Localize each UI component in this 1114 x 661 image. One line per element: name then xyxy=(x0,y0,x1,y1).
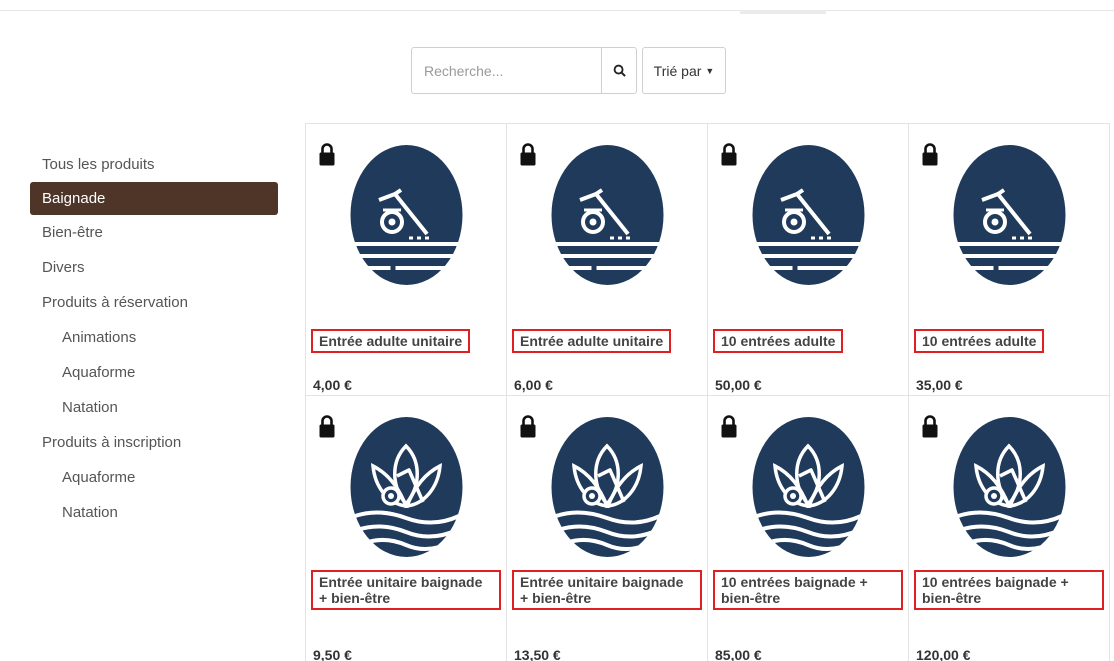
lotus-swimmer-icon xyxy=(751,416,866,558)
swimmer-icon xyxy=(751,144,866,286)
category-sidebar: Tous les produits Baignade Bien-être Div… xyxy=(30,147,278,530)
lock-icon xyxy=(319,142,335,166)
product-card[interactable]: Entrée unitaire baignade + bien-être 9,5… xyxy=(306,396,507,661)
search-icon xyxy=(613,64,626,77)
product-title[interactable]: Entrée adulte unitaire xyxy=(512,329,672,353)
product-price: 9,50 € xyxy=(313,647,352,661)
product-title[interactable]: 10 entrées adulte xyxy=(713,329,844,353)
product-title[interactable]: Entrée unitaire baignade + bien-être xyxy=(512,570,702,610)
lock-icon xyxy=(319,414,335,438)
product-card[interactable]: Entrée adulte unitaire 6,00 € xyxy=(507,124,708,396)
sort-label: Trié par xyxy=(653,62,702,79)
category-item-bien-etre[interactable]: Bien-être xyxy=(30,215,278,250)
lotus-swimmer-icon xyxy=(550,416,665,558)
product-title[interactable]: 10 entrées baignade + bien-être xyxy=(914,570,1104,610)
lotus-swimmer-icon xyxy=(952,416,1067,558)
product-price: 35,00 € xyxy=(916,377,963,393)
product-price: 13,50 € xyxy=(514,647,561,661)
product-card[interactable]: 10 entrées adulte 35,00 € xyxy=(909,124,1110,396)
product-title[interactable]: Entrée adulte unitaire xyxy=(311,329,471,353)
sort-dropdown[interactable]: Trié par ▼ xyxy=(642,47,726,94)
swimmer-icon xyxy=(349,144,464,286)
search-bar: Trié par ▼ xyxy=(411,47,726,94)
search-button[interactable] xyxy=(601,47,637,94)
caret-down-icon: ▼ xyxy=(705,65,715,76)
lotus-swimmer-icon xyxy=(349,416,464,558)
product-price: 6,00 € xyxy=(514,377,553,393)
category-item-animations[interactable]: Animations xyxy=(30,320,278,355)
category-item-baignade[interactable]: Baignade xyxy=(30,182,278,215)
category-item-produits-reservation[interactable]: Produits à réservation xyxy=(30,285,278,320)
product-price: 85,00 € xyxy=(715,647,762,661)
top-divider xyxy=(0,10,1114,11)
product-card[interactable]: 10 entrées adulte 50,00 € xyxy=(708,124,909,396)
category-item-natation-reservation[interactable]: Natation xyxy=(30,390,278,425)
top-divider-accent xyxy=(740,10,826,14)
category-item-aquaforme-inscription[interactable]: Aquaforme xyxy=(30,460,278,495)
product-card[interactable]: 10 entrées baignade + bien-être 85,00 € xyxy=(708,396,909,661)
swimmer-icon xyxy=(550,144,665,286)
product-card[interactable]: 10 entrées baignade + bien-être 120,00 € xyxy=(909,396,1110,661)
lock-icon xyxy=(922,414,938,438)
product-card[interactable]: Entrée unitaire baignade + bien-être 13,… xyxy=(507,396,708,661)
lock-icon xyxy=(721,142,737,166)
category-item-produits-inscription[interactable]: Produits à inscription xyxy=(30,425,278,460)
category-item-natation-inscription[interactable]: Natation xyxy=(30,495,278,530)
product-card[interactable]: Entrée adulte unitaire 4,00 € xyxy=(306,124,507,396)
product-title[interactable]: Entrée unitaire baignade + bien-être xyxy=(311,570,501,610)
lock-icon xyxy=(520,142,536,166)
category-item-aquaforme-reservation[interactable]: Aquaforme xyxy=(30,355,278,390)
product-price: 120,00 € xyxy=(916,647,971,661)
product-price: 50,00 € xyxy=(715,377,762,393)
category-item-divers[interactable]: Divers xyxy=(30,250,278,285)
product-title[interactable]: 10 entrées adulte xyxy=(914,329,1045,353)
lock-icon xyxy=(721,414,737,438)
product-price: 4,00 € xyxy=(313,377,352,393)
category-item-all[interactable]: Tous les produits xyxy=(30,147,278,182)
product-title[interactable]: 10 entrées baignade + bien-être xyxy=(713,570,903,610)
swimmer-icon xyxy=(952,144,1067,286)
lock-icon xyxy=(922,142,938,166)
search-input[interactable] xyxy=(411,47,601,94)
product-grid: Entrée adulte unitaire 4,00 € Entrée adu… xyxy=(305,123,1110,661)
lock-icon xyxy=(520,414,536,438)
